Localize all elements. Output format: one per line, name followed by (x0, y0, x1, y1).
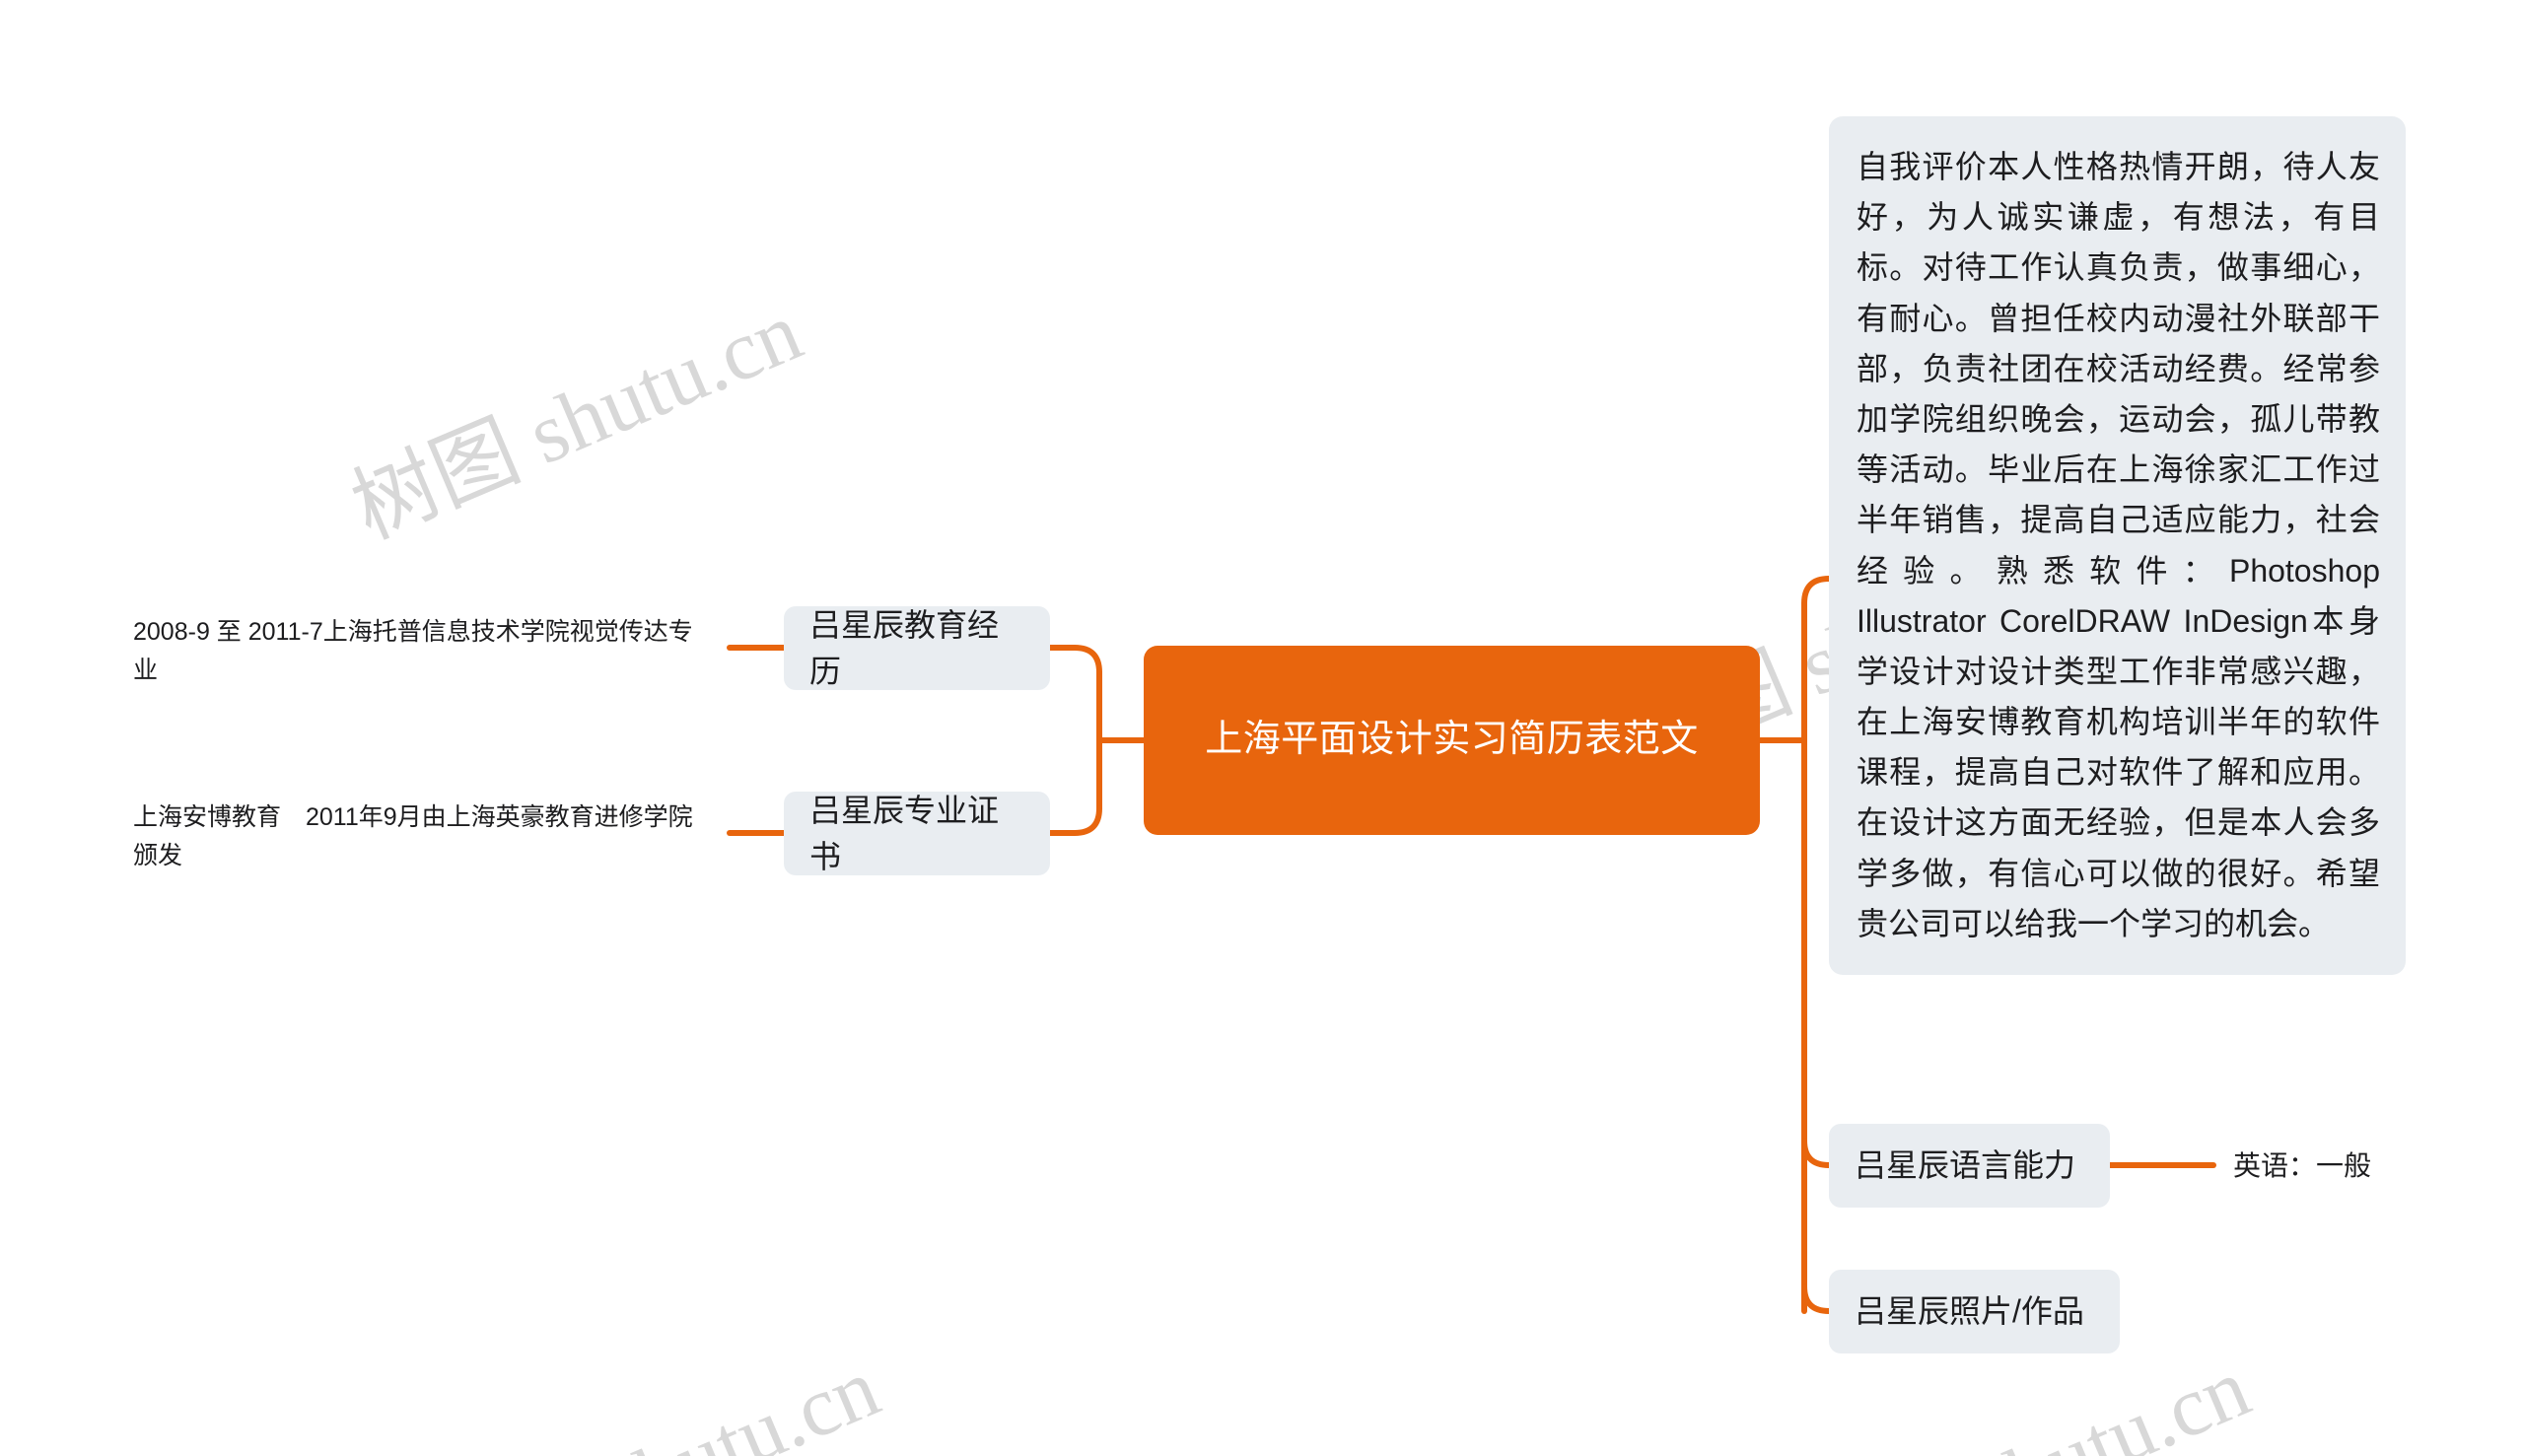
root-node[interactable]: 上海平面设计实习简历表范文 (1144, 646, 1760, 835)
node-professional-certificate[interactable]: 吕星辰专业证书 (784, 792, 1050, 875)
link-left-branch-1 (1047, 645, 1102, 675)
node-photos-works[interactable]: 吕星辰照片/作品 (1829, 1270, 2120, 1353)
node-language-ability-label: 吕星辰语言能力 (1855, 1147, 2076, 1184)
leaf-education-detail[interactable]: 2008-9 至 2011-7上海托普信息技术学院视觉传达专业 (133, 613, 710, 690)
leaf-english-level[interactable]: 英语：一般 (2233, 1145, 2371, 1187)
watermark-bottom-left: shutu.cn (592, 1339, 892, 1456)
node-education-history[interactable]: 吕星辰教育经历 (784, 606, 1050, 690)
node-professional-certificate-label: 吕星辰专业证书 (809, 793, 1000, 874)
node-self-evaluation[interactable]: 自我评价本人性格热情开朗，待人友好，为人诚实谦虚，有想法，有目标。对待工作认真负… (1829, 116, 2406, 975)
leaf-certificate-detail[interactable]: 上海安博教育 2011年9月由上海英豪教育进修学院颁发 (133, 798, 710, 875)
mindmap-canvas: 树图 shutu.cn 树图 shutu.cn shutu.cn shutu.c… (0, 0, 2524, 1456)
link-left-branch-2 (1047, 805, 1102, 836)
node-photos-works-label: 吕星辰照片/作品 (1855, 1293, 2084, 1330)
node-education-history-label: 吕星辰教育经历 (809, 607, 1000, 689)
node-language-ability[interactable]: 吕星辰语言能力 (1829, 1124, 2110, 1208)
watermark-top-left: 树图 shutu.cn (338, 283, 814, 557)
root-node-label: 上海平面设计实习简历表范文 (1205, 719, 1699, 761)
watermark-bottom-right: shutu.cn (1962, 1339, 2263, 1456)
